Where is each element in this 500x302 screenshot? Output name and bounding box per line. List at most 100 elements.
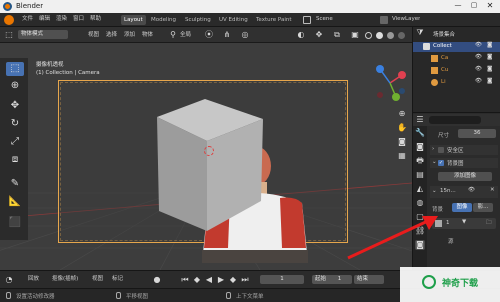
menu-window[interactable]: 窗口 (73, 14, 84, 24)
maximize-button[interactable]: ▢ (468, 1, 480, 11)
camera-render-icon[interactable]: ◙ (487, 54, 492, 60)
shading-rendered-icon[interactable] (398, 32, 405, 39)
outliner-row-cube[interactable]: Cu 👁 ◙ (413, 66, 500, 76)
annotate-tool-icon[interactable]: ✎ (6, 177, 24, 191)
mode-dropdown[interactable]: 物体模式 (18, 30, 68, 39)
timeline-menu-view[interactable]: 视图 (92, 274, 103, 284)
image-entry[interactable]: ⌄ 15n... 👁 ✕ (430, 186, 498, 198)
shading-material-icon[interactable] (387, 32, 394, 39)
menu-add[interactable]: 添加 (124, 30, 135, 40)
add-cube-tool-icon[interactable]: ⬛ (6, 216, 24, 230)
eye-icon[interactable]: 👁 (475, 78, 482, 84)
tab-sculpting[interactable]: Sculpting (182, 15, 214, 25)
view-layer-tab-icon[interactable]: ▤ (415, 170, 425, 180)
xray-icon[interactable]: ▣ (350, 30, 360, 40)
view-layer-icon[interactable] (380, 16, 388, 24)
shading-solid-icon[interactable] (376, 32, 383, 39)
scene-tab-icon[interactable]: ◭ (415, 184, 425, 194)
menu-help[interactable]: 帮助 (90, 14, 101, 24)
timeline-menu-playback[interactable]: 回放 (28, 274, 39, 284)
menu-render[interactable]: 渲染 (56, 14, 67, 24)
add-image-button[interactable]: 添加图像 (438, 172, 492, 181)
zoom-icon[interactable]: ⊕ (397, 109, 407, 119)
camera-render-icon[interactable]: ◙ (487, 78, 492, 84)
outliner-filter-icon[interactable]: ⧩ (415, 28, 425, 38)
cursor-tool-icon[interactable]: ⊕ (6, 79, 24, 93)
properties-search-field[interactable] (429, 116, 481, 124)
frame-start-field[interactable]: 起始 1 (312, 275, 352, 284)
scale-tool-icon[interactable]: ⤢ (6, 135, 24, 149)
menu-file[interactable]: 文件 (22, 14, 33, 24)
movie-clip-source-button[interactable]: 影... (473, 203, 493, 212)
tab-layout[interactable]: Layout (121, 15, 146, 25)
frame-end-field[interactable]: 结束 (354, 275, 384, 284)
perspective-grid-icon[interactable]: ▦ (397, 151, 407, 161)
eye-icon[interactable]: 👁 (475, 42, 482, 48)
transform-orientation-dropdown[interactable]: 全局 (180, 30, 191, 40)
menu-edit[interactable]: 编辑 (39, 14, 50, 24)
view-layer-name[interactable]: ViewLayer (392, 14, 420, 24)
rotate-tool-icon[interactable]: ↻ (6, 117, 24, 131)
timeline-menu-keying[interactable]: 抠像(插帧) (52, 274, 78, 284)
cube-object[interactable] (155, 99, 265, 231)
camera-render-icon[interactable]: ◙ (487, 66, 492, 72)
current-frame-field[interactable]: 1 (260, 275, 304, 284)
tool-tab-icon[interactable]: 🔧 (415, 128, 425, 138)
measure-tool-icon[interactable]: 📐 (6, 195, 24, 209)
image-browse-icon[interactable]: ▼ (462, 219, 466, 225)
image-visibility-icon[interactable]: 👁 (468, 187, 475, 193)
editor-type-icon[interactable]: ⬚ (4, 30, 14, 40)
blender-menu-icon[interactable] (4, 15, 14, 25)
snap-icon[interactable]: ⋔ (222, 30, 232, 40)
safe-areas-panel[interactable]: › 安全区 (430, 145, 498, 155)
outliner-row-camera[interactable]: Ca 👁 ◙ (413, 54, 500, 64)
menu-view[interactable]: 视图 (88, 30, 99, 40)
3d-cursor-icon[interactable] (204, 146, 214, 156)
camera-view-icon[interactable]: ◙ (397, 137, 407, 147)
background-images-checkbox[interactable]: ✓ (438, 160, 444, 166)
move-tool-icon[interactable]: ✥ (6, 99, 24, 113)
timeline-editor-icon[interactable]: ◔ (4, 275, 14, 285)
image-source-button[interactable]: 图像 (452, 203, 472, 212)
eye-icon[interactable]: 👁 (475, 66, 482, 72)
menu-object[interactable]: 物体 (142, 30, 153, 40)
tab-texture-paint[interactable]: Texture Paint (253, 15, 295, 25)
safe-areas-checkbox[interactable] (438, 147, 444, 153)
background-images-panel[interactable]: ⌄ ✓ 背景图 (430, 158, 498, 168)
pivot-icon[interactable]: ⦿ (204, 30, 214, 40)
outliner-row-light[interactable]: Li 👁 ◙ (413, 78, 500, 88)
minimize-button[interactable]: — (452, 1, 464, 11)
jump-start-icon[interactable]: ⏮ (180, 275, 190, 285)
select-box-tool-icon[interactable]: ⬚ (6, 62, 24, 76)
menu-select[interactable]: 选择 (106, 30, 117, 40)
scene-icon[interactable] (303, 16, 311, 24)
tab-modeling[interactable]: Modeling (148, 15, 179, 25)
size-field[interactable]: 36 (458, 129, 496, 138)
play-reverse-icon[interactable]: ◀ (204, 275, 214, 285)
shading-wireframe-icon[interactable] (365, 32, 372, 39)
eye-icon[interactable]: 👁 (475, 54, 482, 60)
scene-name[interactable]: Scene (316, 14, 333, 24)
navigation-gizmo[interactable] (370, 63, 410, 105)
close-button[interactable]: ✕ (484, 1, 496, 11)
transform-orientation-icon[interactable]: ⚲ (168, 30, 178, 40)
outliner-row-collection[interactable]: Collect 👁 ◙ (413, 42, 500, 52)
overlay-icon[interactable]: ⧉ (332, 30, 342, 40)
visibility-icon[interactable]: ◐ (296, 30, 306, 40)
transform-tool-icon[interactable]: ⧈ (6, 153, 24, 167)
output-tab-icon[interactable]: 🖶 (415, 156, 425, 166)
pan-hand-icon[interactable]: ✋ (397, 123, 407, 133)
record-icon[interactable]: ● (152, 275, 162, 285)
properties-editor-icon[interactable]: ☰ (415, 115, 425, 125)
next-keyframe-icon[interactable]: ◆ (228, 275, 238, 285)
jump-end-icon[interactable]: ⏭ (240, 275, 250, 285)
tab-uv-editing[interactable]: UV Editing (216, 15, 251, 25)
image-folder-icon[interactable]: 🗀 (486, 219, 492, 228)
timeline-menu-marker[interactable]: 标记 (112, 274, 123, 284)
play-icon[interactable]: ▶ (216, 275, 226, 285)
camera-render-icon[interactable]: ◙ (487, 42, 492, 48)
render-tab-icon[interactable]: ◙ (415, 142, 425, 152)
prev-keyframe-icon[interactable]: ◆ (192, 275, 202, 285)
proportional-edit-icon[interactable]: ◎ (240, 30, 250, 40)
gizmo-icon[interactable]: ✥ (314, 30, 324, 40)
